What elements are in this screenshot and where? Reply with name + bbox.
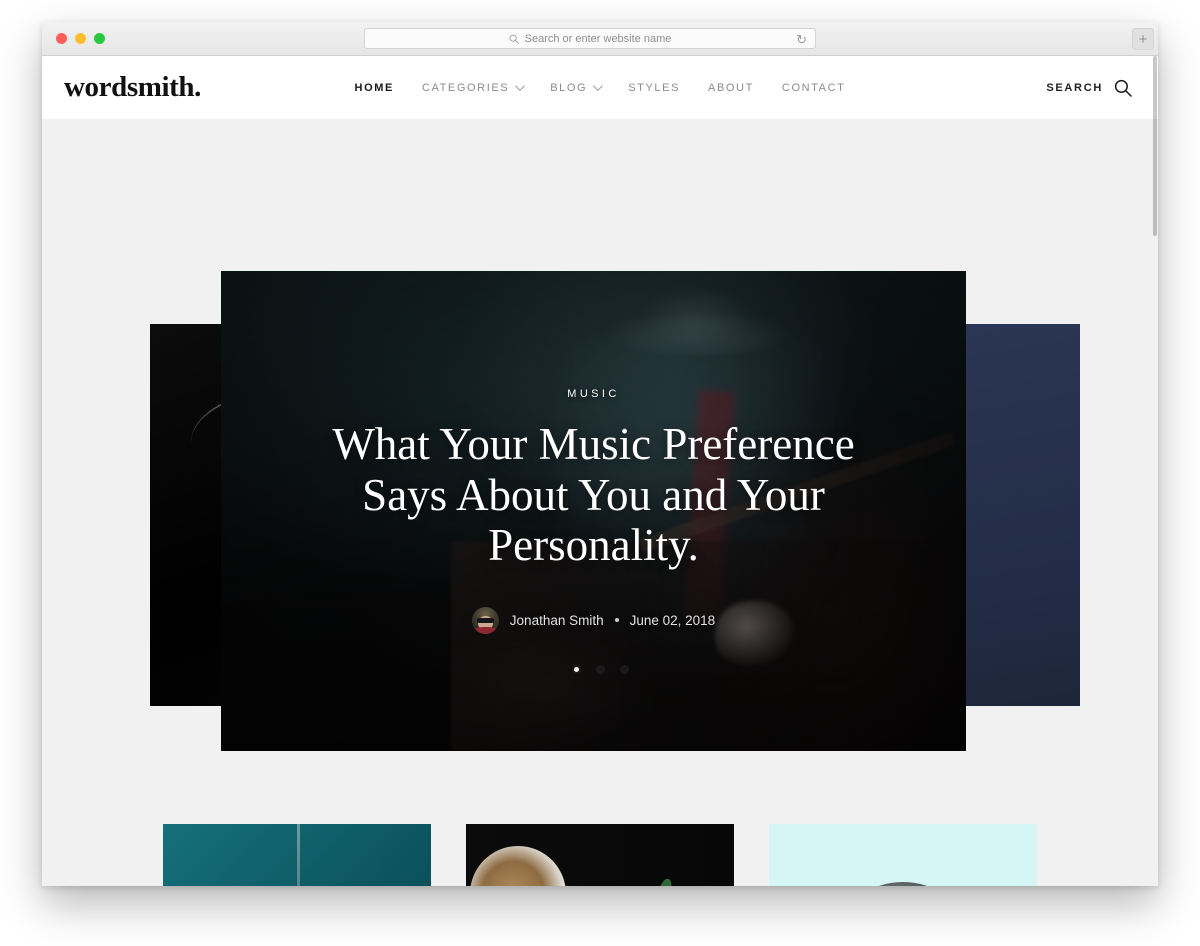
nav-label-blog: BLOG	[550, 81, 588, 94]
address-bar[interactable]: Search or enter website name ↻	[364, 28, 816, 49]
search-label: SEARCH	[1046, 81, 1103, 94]
site-logo[interactable]: wordsmith.	[64, 73, 201, 102]
post-card-1[interactable]	[163, 824, 431, 886]
meta-separator-dot	[614, 618, 619, 623]
card-image-rock	[844, 882, 962, 886]
hero-author[interactable]: Jonathan Smith	[510, 613, 604, 628]
reload-icon[interactable]: ↻	[796, 32, 807, 47]
scrollbar-thumb[interactable]	[1153, 56, 1157, 236]
hero-date: June 02, 2018	[629, 612, 716, 628]
post-card-2[interactable]	[466, 824, 734, 886]
hero-content: MUSIC What Your Music Preference Says Ab…	[221, 271, 966, 751]
search-icon	[509, 34, 519, 44]
nav-item-styles[interactable]: STYLES	[628, 82, 680, 94]
carousel-slide-active[interactable]: MUSIC What Your Music Preference Says Ab…	[221, 271, 966, 751]
avatar	[471, 606, 499, 634]
nav-item-contact[interactable]: CONTACT	[782, 82, 846, 94]
hero-category-label[interactable]: MUSIC	[567, 388, 619, 400]
carousel-pagination	[42, 665, 1158, 674]
card-image-leaf	[645, 877, 675, 886]
card-image-coffee-cup	[470, 846, 566, 886]
search-icon[interactable]	[1114, 79, 1132, 97]
hero-title[interactable]: What Your Music Preference Says About Yo…	[314, 419, 874, 570]
carousel-dot-3[interactable]	[619, 665, 629, 674]
close-button[interactable]	[56, 33, 67, 44]
nav-label-home: HOME	[354, 81, 394, 94]
chevron-down-icon	[515, 81, 526, 92]
zoom-button[interactable]	[94, 33, 105, 44]
hero-meta: Jonathan Smith June 02, 2018	[471, 606, 716, 634]
main-navigation: HOME CATEGORIES BLOG STYLES ABOUT CONTAC…	[42, 81, 1158, 94]
nav-item-home[interactable]: HOME	[355, 82, 394, 94]
window-controls[interactable]	[42, 33, 105, 44]
site-search-trigger[interactable]: SEARCH	[1046, 79, 1132, 97]
post-card-3[interactable]	[769, 824, 1037, 886]
site-header: wordsmith. HOME CATEGORIES BLOG STYLES A…	[42, 56, 1158, 119]
site-viewport: wordsmith. HOME CATEGORIES BLOG STYLES A…	[42, 56, 1158, 886]
address-placeholder: Search or enter website name	[524, 32, 672, 45]
chevron-down-icon	[593, 81, 604, 92]
carousel-dot-1[interactable]	[571, 665, 581, 674]
post-card-grid	[42, 824, 1158, 886]
nav-label-styles: STYLES	[628, 81, 681, 94]
minimize-button[interactable]	[75, 33, 86, 44]
nav-item-categories[interactable]: CATEGORIES	[421, 81, 526, 94]
nav-label-categories: CATEGORIES	[421, 81, 510, 94]
hero-carousel: MUSIC What Your Music Preference Says Ab…	[42, 119, 1158, 751]
carousel-dot-2[interactable]	[595, 665, 605, 674]
new-tab-button[interactable]: +	[1132, 28, 1154, 50]
browser-window: Search or enter website name ↻ + wordsmi…	[42, 22, 1158, 886]
nav-label-contact: CONTACT	[781, 81, 846, 94]
page-scrollbar[interactable]	[1152, 56, 1158, 886]
browser-toolbar: Search or enter website name ↻ +	[42, 22, 1158, 56]
nav-item-about[interactable]: ABOUT	[708, 82, 754, 94]
nav-label-about: ABOUT	[708, 81, 754, 94]
nav-item-blog[interactable]: BLOG	[550, 81, 604, 94]
